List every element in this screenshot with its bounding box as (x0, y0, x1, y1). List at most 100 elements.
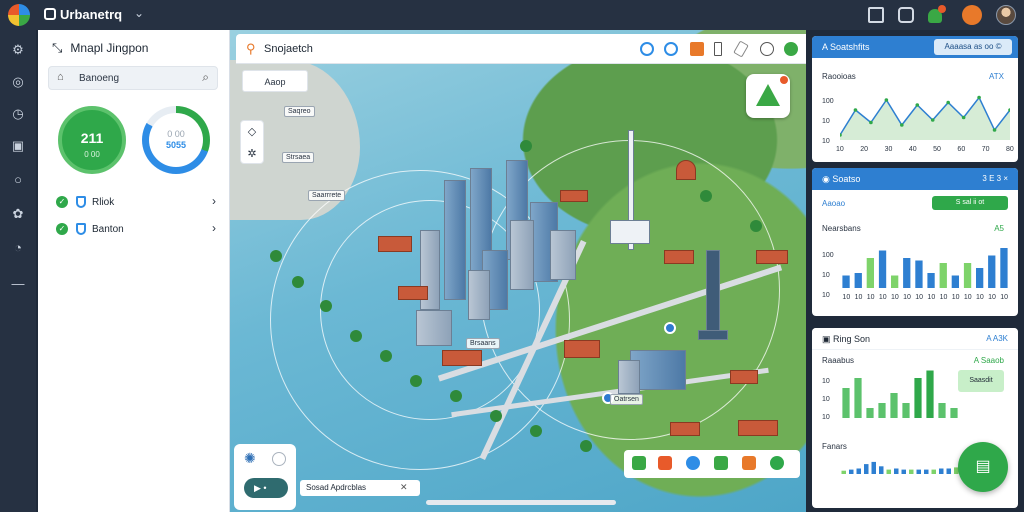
people-icon[interactable] (714, 456, 728, 470)
map-label[interactable]: Saarrrete (308, 190, 346, 201)
status-pill[interactable]: S sal ii ot (932, 196, 1008, 210)
grid-icon[interactable]: ⚙ (10, 42, 26, 58)
line-chart-point (977, 95, 981, 100)
search-input[interactable]: ⌂ Banoeng ⌕ (48, 66, 218, 90)
panel-subtitle: Raaabus (822, 356, 855, 365)
map-building (444, 180, 466, 300)
search-icon[interactable]: ⚲ (246, 41, 256, 57)
map-tree (700, 190, 712, 202)
network-icon[interactable]: ✿ (10, 206, 26, 222)
x-tick-label: 10 (903, 294, 911, 301)
profile-initial-icon[interactable] (962, 5, 982, 25)
play-button[interactable]: ▶ • (244, 478, 288, 498)
x-tick-label: 10 (891, 294, 899, 301)
tower (706, 250, 720, 340)
window-icon[interactable] (898, 7, 914, 23)
panel-footer-label: Fanars (822, 442, 847, 451)
bookmark-icon[interactable] (690, 42, 704, 56)
expand-icon[interactable]: ⤡ (52, 40, 62, 55)
y-tick-label: 10 (822, 396, 830, 403)
dollar-icon[interactable] (770, 456, 784, 470)
line-chart-point (946, 100, 950, 105)
panel-metric: ATX (989, 72, 1004, 81)
map-house (564, 340, 600, 358)
compass-icon[interactable]: ✲ (241, 143, 263, 165)
circle-icon[interactable]: ○ (10, 172, 26, 188)
panel-pill[interactable]: Aaaasa as oo © (934, 39, 1012, 55)
map-label[interactable]: Oatrsen (610, 394, 643, 405)
history-icon[interactable]: ◔ (10, 240, 26, 256)
close-icon[interactable]: ✕ (400, 482, 408, 493)
clock-icon[interactable] (760, 42, 774, 56)
panel-metric: A A3K (986, 334, 1008, 343)
image-icon[interactable]: ▣ (10, 138, 26, 154)
line-chart-point (853, 108, 858, 112)
x-tick-label: 10 (854, 294, 863, 301)
zoom-in-icon[interactable]: ◇ (241, 121, 263, 143)
map-tree (520, 140, 532, 152)
settings-icon[interactable]: ◎ (10, 74, 26, 90)
map-building (618, 360, 640, 394)
map-chip[interactable]: Aaop (242, 70, 308, 92)
map-label[interactable]: Saqreo (284, 106, 315, 117)
map-house (378, 236, 412, 252)
phone-icon[interactable] (714, 42, 722, 56)
map-building (610, 220, 650, 244)
chevron-right-icon[interactable]: › (212, 194, 216, 208)
map-label[interactable]: Brsaans (466, 338, 500, 349)
fab-button[interactable]: ▤ (958, 442, 1008, 492)
x-tick-label: 10 (842, 294, 851, 301)
bar (950, 408, 958, 418)
bar (854, 273, 862, 288)
x-tick-label: 80 (1006, 146, 1014, 153)
line-chart: 100 10 10 10 20 30 40 50 60 70 80 (812, 90, 1018, 160)
list-item[interactable]: ✓ Banton › (56, 221, 216, 239)
bar (902, 403, 910, 418)
globe-logo-icon[interactable] (8, 4, 30, 26)
list-item[interactable]: ✓ Rliok › (56, 194, 216, 212)
search-icon[interactable]: ⌕ (202, 70, 209, 85)
x-tick-label: 60 (957, 146, 966, 153)
bar (879, 466, 884, 474)
map-action-icon[interactable] (632, 456, 646, 470)
map-building (550, 230, 576, 280)
panel-controls[interactable]: 3 E 3 × (982, 168, 1008, 190)
map-search-text: Snojaetch (264, 43, 313, 55)
search-value: Banoeng (79, 73, 120, 84)
stat-primary-caption: 0 00 (84, 150, 100, 159)
line-chart-point (869, 120, 873, 125)
line-chart-plot (840, 95, 1010, 140)
app-title[interactable]: Urbanetrq (46, 7, 122, 22)
bar (894, 468, 899, 474)
chevron-right-icon[interactable]: › (212, 221, 216, 235)
shield-icon (76, 223, 86, 235)
x-tick-label: 10 (927, 294, 936, 301)
line-chart-point (992, 128, 997, 132)
horizontal-scrollbar[interactable] (426, 500, 616, 505)
cylinder-icon[interactable] (658, 456, 672, 470)
layers-icon[interactable] (640, 42, 654, 56)
check-icon: ✓ (56, 196, 68, 208)
map-pin[interactable] (664, 322, 676, 334)
bar (939, 263, 947, 288)
chevron-down-icon[interactable]: ⌄ (134, 6, 144, 20)
fire-icon[interactable] (742, 456, 756, 470)
target-icon[interactable] (664, 42, 678, 56)
avatar[interactable] (996, 5, 1016, 25)
globe-icon[interactable] (686, 456, 700, 470)
map-badge[interactable] (746, 74, 790, 118)
bar (914, 378, 922, 418)
recycle-icon[interactable] (784, 42, 798, 56)
city-map[interactable]: Saqreo Strsaea Saarrrete Brsaans Oatrsen… (230, 30, 806, 512)
map-label[interactable]: Strsaea (282, 152, 315, 163)
gear-icon[interactable]: ✺ (244, 450, 256, 467)
panel-icon[interactable] (868, 7, 884, 23)
circle-icon[interactable] (272, 452, 286, 466)
map-search-bar[interactable]: ⚲ Snojaetch (236, 34, 806, 64)
x-tick-label: 10 (963, 294, 972, 301)
map-dome (676, 160, 696, 180)
pen-icon[interactable] (733, 40, 749, 58)
clock-icon[interactable]: ◷ (10, 106, 26, 122)
bar (842, 275, 850, 288)
map-house (398, 286, 428, 300)
